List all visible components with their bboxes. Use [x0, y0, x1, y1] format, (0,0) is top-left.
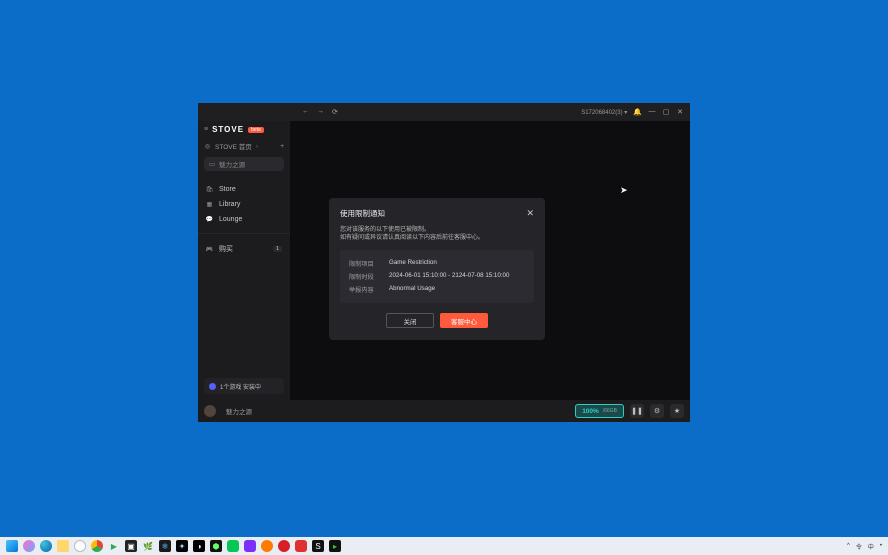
minimize-button[interactable]: — [648, 108, 656, 116]
lounge-icon: 💬 [206, 216, 213, 223]
app-icon-7[interactable] [244, 540, 256, 552]
nav-reload-icon[interactable]: ⟳ [332, 108, 338, 116]
sidebar-item-library[interactable]: ▦ Library [198, 197, 290, 212]
browser-icon[interactable] [74, 540, 86, 552]
download-dot-icon [209, 383, 216, 390]
modal-support-button[interactable]: 客服中心 [440, 313, 488, 328]
modal-close-icon[interactable]: ✕ [526, 208, 534, 219]
app-icon-6[interactable]: ⬢ [210, 540, 222, 552]
app-icon-8[interactable] [261, 540, 273, 552]
app-icon-12[interactable]: ▸ [329, 540, 341, 552]
install-progress[interactable]: 100% /66GB [575, 404, 624, 418]
nav-back-icon[interactable]: ← [302, 108, 309, 116]
window-controls: — ▢ ✕ [648, 108, 684, 116]
page-icon: ▭ [209, 160, 215, 168]
restriction-modal: 使用限制通知 ✕ 您对该服务的以下使用已被限制。 如有疑问或异议请认真阅读以下内… [329, 198, 545, 340]
app-icon-4[interactable]: ✦ [176, 540, 188, 552]
add-tab-icon[interactable]: + [280, 143, 284, 150]
pause-button[interactable]: ❚❚ [630, 404, 644, 418]
restriction-table: 限制项目 Game Restriction 限制时段 2024-06-01 15… [340, 250, 534, 303]
sidebar-item-lounge[interactable]: 💬 Lounge [198, 212, 290, 227]
table-row: 限制项目 Game Restriction [349, 257, 525, 270]
windows-taskbar: ▶ ▣ 🌿 ❄ ✦ ◑ ⬢ S ▸ ^ 令 中 • [0, 537, 888, 555]
main-content: ➤ 使用限制通知 ✕ 您对该服务的以下使用已被限制。 如有疑问或异议请认真阅读以… [290, 121, 690, 400]
modal-close-button[interactable]: 关闭 [386, 313, 434, 328]
sidebar-item-store[interactable]: 🛍 Store [198, 182, 290, 197]
brand: ≡ STOVE beta [198, 121, 290, 138]
app-icon-11[interactable]: S [312, 540, 324, 552]
edge-icon[interactable] [40, 540, 52, 552]
tray-more-icon[interactable]: • [880, 543, 882, 549]
nav-forward-icon[interactable]: → [317, 108, 324, 116]
app-icon-3[interactable]: ❄ [159, 540, 171, 552]
brand-name: STOVE [212, 125, 244, 134]
sidebar-search[interactable]: ▭ 魅力之源 [204, 157, 284, 171]
gamepad-icon: 🎮 [206, 246, 213, 253]
system-tray[interactable]: ^ 令 中 • [847, 542, 882, 551]
notifications-icon[interactable]: 🔔 [633, 108, 642, 116]
start-icon[interactable] [6, 540, 18, 552]
tray-network-icon[interactable]: 中 [868, 542, 874, 551]
chrome-icon[interactable] [91, 540, 103, 552]
sidebar: ≡ STOVE beta ◎ STOVE 首页 › + ▭ 魅力之源 🛍 Sto… [198, 121, 290, 400]
titlebar: ← → ⟳ S172068402(3) ▾ 🔔 — ▢ ✕ [198, 103, 690, 121]
line-icon[interactable] [227, 540, 239, 552]
game-avatar[interactable] [204, 405, 216, 417]
app-icon-10[interactable] [295, 540, 307, 552]
app-icon-5[interactable]: ◑ [193, 540, 205, 552]
bottom-bar: 魅力之源 100% /66GB ❚❚ ⚙ ★ [198, 400, 690, 422]
library-icon: ▦ [206, 201, 213, 208]
progress-percent: 100% [582, 408, 599, 415]
stove-client-window: ← → ⟳ S172068402(3) ▾ 🔔 — ▢ ✕ ≡ STOVE be… [198, 103, 690, 422]
compass-icon: ◎ [204, 143, 211, 150]
app-icon-2[interactable]: 🌿 [142, 540, 154, 552]
sidebar-item-purchased[interactable]: 🎮 购买 1 [198, 240, 290, 258]
tray-chevron-icon[interactable]: ^ [847, 543, 850, 549]
play-icon[interactable]: ▶ [108, 540, 120, 552]
progress-size: /66GB [603, 408, 617, 414]
close-window-button[interactable]: ✕ [676, 108, 684, 116]
explorer-icon[interactable] [57, 540, 69, 552]
tray-ime[interactable]: 令 [856, 542, 862, 551]
purchased-count: 1 [273, 246, 282, 252]
now-playing-label: 魅力之源 [226, 406, 252, 416]
search-text: 魅力之源 [219, 159, 245, 169]
maximize-button[interactable]: ▢ [662, 108, 670, 116]
mouse-cursor-icon: ➤ [620, 185, 628, 196]
sidebar-home-header[interactable]: ◎ STOVE 首页 › + [198, 138, 290, 154]
modal-title: 使用限制通知 [340, 208, 385, 219]
download-status-chip[interactable]: 1个游戏 安装中 [204, 378, 284, 394]
store-icon: 🛍 [206, 186, 213, 193]
nav-controls: ← → ⟳ [302, 108, 338, 116]
modal-description: 您对该服务的以下使用已被限制。 如有疑问或异议请认真阅读以下内容后前往客服中心。 [340, 226, 534, 242]
menu-icon[interactable]: ≡ [204, 126, 208, 133]
brand-badge: beta [248, 127, 264, 133]
settings-button[interactable]: ⚙ [650, 404, 664, 418]
favorite-button[interactable]: ★ [670, 404, 684, 418]
table-row: 举报内容 Abnormal Usage [349, 283, 525, 296]
user-id-dropdown[interactable]: S172068402(3) ▾ [581, 109, 627, 116]
table-row: 限制时段 2024-06-01 15:10:00 - 2124-07-08 15… [349, 270, 525, 283]
copilot-icon[interactable] [23, 540, 35, 552]
app-icon-1[interactable]: ▣ [125, 540, 137, 552]
app-icon-9[interactable] [278, 540, 290, 552]
